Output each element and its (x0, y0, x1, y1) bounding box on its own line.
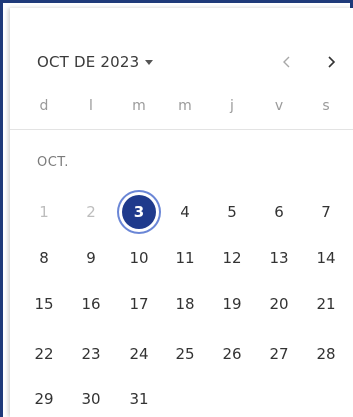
weekday-label: v (274, 98, 284, 114)
day-cell[interactable]: 26 (214, 336, 250, 372)
day-cell[interactable]: 18 (167, 286, 203, 322)
day-cell[interactable]: 13 (261, 240, 297, 276)
day-cell[interactable]: 23 (73, 336, 109, 372)
day-cell[interactable]: 21 (308, 286, 344, 322)
day-cell[interactable]: 12 (214, 240, 250, 276)
day-cell[interactable]: 10 (121, 240, 157, 276)
day-cell[interactable]: 5 (214, 194, 250, 230)
weekday-label: j (230, 98, 234, 114)
day-cell[interactable]: 31 (121, 381, 157, 417)
weekday-label: d (39, 98, 49, 114)
day-cell[interactable]: 4 (167, 194, 203, 230)
month-year-label: OCT DE 2023 (37, 53, 140, 71)
month-year-dropdown[interactable]: OCT DE 2023 (37, 48, 154, 76)
day-cell-selected[interactable]: 3 (122, 195, 156, 229)
day-cell[interactable]: 30 (73, 381, 109, 417)
month-section-label: OCT. (37, 155, 69, 170)
day-cell: 2 (86, 203, 96, 221)
day-cell[interactable]: 28 (308, 336, 344, 372)
previous-month-button[interactable] (275, 48, 299, 76)
date-picker: OCT DE 2023 dlmmjvs OCT. 1 2 3 4 5 6 7 8 9 10 11 12… (10, 8, 353, 417)
day-cell[interactable]: 17 (121, 286, 157, 322)
weekday-label: l (89, 98, 93, 114)
chevron-right-icon (328, 56, 336, 68)
chevron-left-icon (283, 56, 290, 68)
next-month-button[interactable] (319, 48, 343, 76)
day-cell[interactable]: 20 (261, 286, 297, 322)
day-cell[interactable]: 7 (308, 194, 344, 230)
divider (10, 129, 353, 130)
day-cell[interactable]: 15 (26, 286, 62, 322)
caret-down-icon (145, 59, 154, 65)
weekday-header-row: dlmmjvs (10, 98, 353, 118)
calendar-header: OCT DE 2023 (10, 48, 353, 76)
day-cell[interactable]: 22 (26, 336, 62, 372)
day-cell[interactable]: 14 (308, 240, 344, 276)
weekday-label: m (178, 98, 192, 114)
day-cell[interactable]: 27 (261, 336, 297, 372)
weekday-label: s (322, 98, 330, 114)
day-cell[interactable]: 16 (73, 286, 109, 322)
day-cell[interactable]: 11 (167, 240, 203, 276)
day-cell[interactable]: 29 (26, 381, 62, 417)
weekday-label: m (132, 98, 146, 114)
day-cell[interactable]: 19 (214, 286, 250, 322)
day-cell[interactable]: 25 (167, 336, 203, 372)
day-cell[interactable]: 9 (73, 240, 109, 276)
day-cell[interactable]: 6 (261, 194, 297, 230)
day-cell[interactable]: 8 (26, 240, 62, 276)
day-cell[interactable]: 24 (121, 336, 157, 372)
day-cell: 1 (39, 203, 49, 221)
